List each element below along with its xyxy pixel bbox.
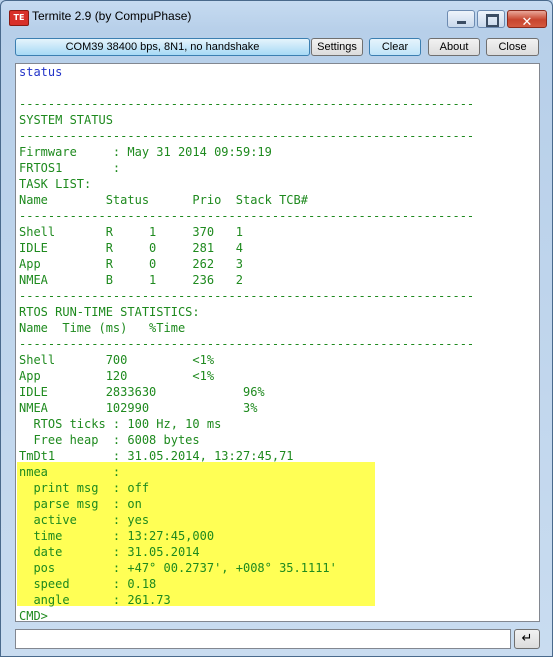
termite-window: TE Termite 2.9 (by CompuPhase) ✕ COM39 3… [0, 0, 553, 657]
terminal-output-line: ----------------------------------------… [19, 97, 475, 111]
terminal-output-line: Shell R 1 370 1 [19, 225, 243, 239]
terminal-output-line: active : yes [19, 513, 150, 527]
terminal-output-line: ----------------------------------------… [19, 289, 475, 303]
terminal-output-line: Name Time (ms) %Time [19, 321, 186, 335]
terminal-output-line: SYSTEM STATUS [19, 113, 113, 127]
terminal-output-line: NMEA 102990 3% [19, 401, 258, 415]
maximize-icon [486, 14, 499, 27]
terminal-output-line: speed : 0.18 [19, 577, 157, 591]
terminal-output-line: ----------------------------------------… [19, 129, 475, 143]
terminal-output-line: print msg : off [19, 481, 150, 495]
maximize-button[interactable] [477, 10, 505, 28]
terminal-output-line: RTOS RUN-TIME STATISTICS: [19, 305, 200, 319]
terminal-command-line: status [19, 65, 63, 79]
terminal-output-line: FRTOS1 : [19, 161, 121, 175]
about-button[interactable]: About [428, 38, 480, 56]
close-app-button[interactable]: Close [486, 38, 539, 56]
terminal-output-line: Shell 700 <1% [19, 353, 215, 367]
terminal-output-line: ----------------------------------------… [19, 209, 475, 223]
enter-icon: ↵ [521, 631, 533, 646]
command-input[interactable] [15, 629, 511, 649]
terminal-output-line: IDLE 2833630 96% [19, 385, 265, 399]
terminal-output-line: Free heap : 6008 bytes [19, 433, 200, 447]
terminal-output-line: NMEA B 1 236 2 [19, 273, 243, 287]
terminal-output-line: nmea : [19, 465, 121, 479]
send-button[interactable]: ↵ [514, 629, 540, 649]
terminal-output-line: date : 31.05.2014 [19, 545, 200, 559]
connection-status-button[interactable]: COM39 38400 bps, 8N1, no handshake [15, 38, 310, 56]
terminal-output-line: RTOS ticks : 100 Hz, 10 ms [19, 417, 222, 431]
minimize-icon [457, 21, 466, 24]
terminal-output-line: IDLE R 0 281 4 [19, 241, 243, 255]
window-close-button[interactable]: ✕ [507, 10, 547, 30]
close-icon: ✕ [521, 15, 533, 30]
terminal-output[interactable]: status ----------------------------------… [15, 63, 540, 622]
title-bar[interactable]: TE Termite 2.9 (by CompuPhase) ✕ [1, 1, 552, 33]
terminal-output-line: time : 13:27:45,000 [19, 529, 215, 543]
terminal-output-line: Firmware : May 31 2014 09:59:19 [19, 145, 272, 159]
terminal-output-line: TmDt1 : 31.05.2014, 13:27:45,71 [19, 449, 294, 463]
terminal-output-line: angle : 261.73 [19, 593, 171, 607]
clear-button[interactable]: Clear [369, 38, 421, 56]
settings-button[interactable]: Settings [311, 38, 363, 56]
terminal-output-line: parse msg : on [19, 497, 142, 511]
terminal-output-line: App R 0 262 3 [19, 257, 243, 271]
terminal-output-line: Name Status Prio Stack TCB# [19, 193, 308, 207]
terminal-output-line: App 120 <1% [19, 369, 215, 383]
terminal-output-line: CMD> [19, 609, 48, 622]
termite-app-icon: TE [9, 10, 29, 26]
terminal-output-line: pos : +47° 00.2737', +008° 35.1111' [19, 561, 337, 575]
terminal-output-line: TASK LIST: [19, 177, 92, 191]
window-title: Termite 2.9 (by CompuPhase) [32, 9, 192, 23]
minimize-button[interactable] [447, 10, 475, 28]
terminal-output-line: ----------------------------------------… [19, 337, 475, 351]
